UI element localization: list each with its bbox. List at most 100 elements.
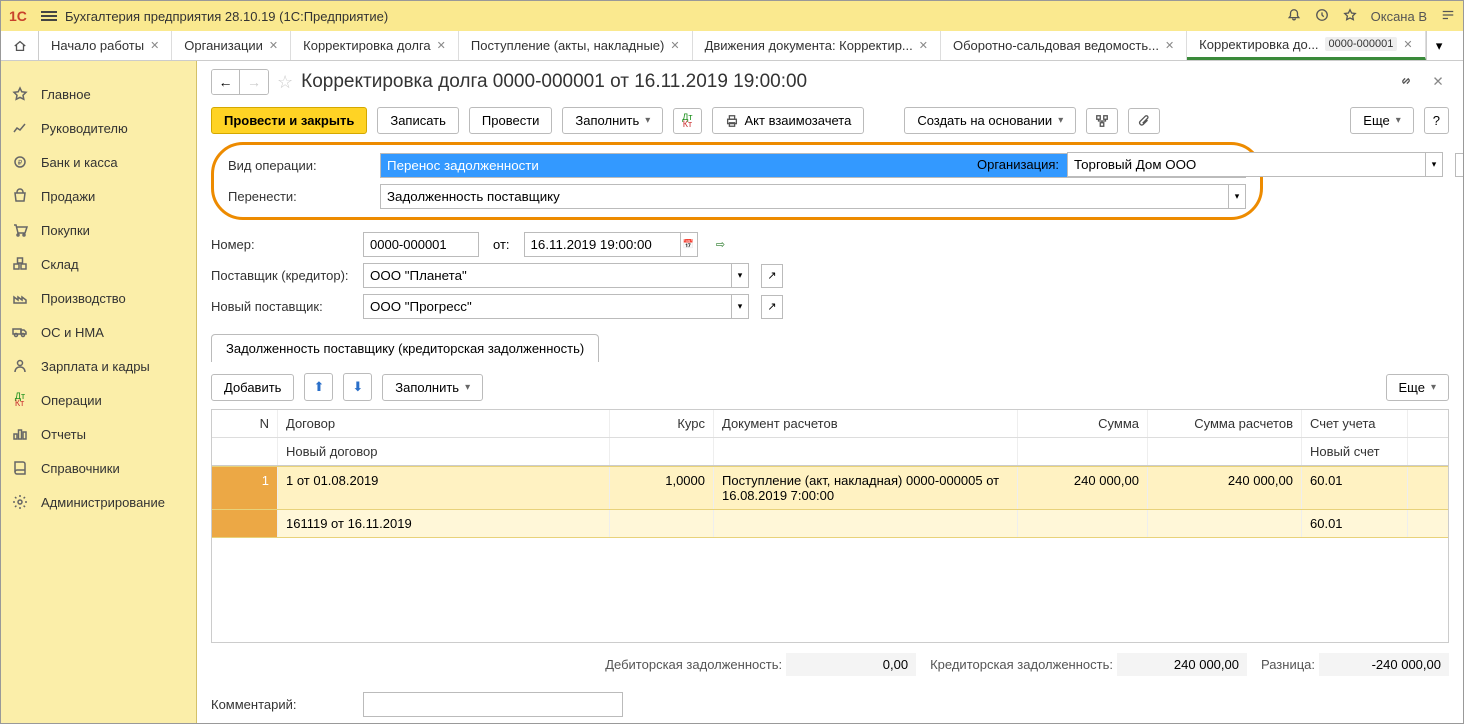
sidebar-item-reports[interactable]: Отчеты xyxy=(1,417,196,451)
tab-balance[interactable]: Оборотно-сальдовая ведомость...✕ xyxy=(941,31,1187,60)
from-label: от: xyxy=(493,237,510,252)
create-based-button[interactable]: Создать на основании▾ xyxy=(904,107,1076,134)
chevron-down-icon[interactable]: ▾ xyxy=(1228,184,1246,209)
tab-start[interactable]: Начало работы✕ xyxy=(39,31,172,60)
fill-button[interactable]: Заполнить▾ xyxy=(562,107,663,134)
fill-rows-button[interactable]: Заполнить▾ xyxy=(382,374,483,401)
col-header-dogovor[interactable]: Договор xyxy=(278,410,610,437)
deb-value: 0,00 xyxy=(786,653,916,676)
col-header-sumr[interactable]: Сумма расчетов xyxy=(1148,410,1302,437)
transfer-label: Перенести: xyxy=(228,189,372,204)
relations-button[interactable] xyxy=(1086,108,1118,134)
new-supplier-label: Новый поставщик: xyxy=(211,299,355,314)
col-header-sum[interactable]: Сумма xyxy=(1018,410,1148,437)
sidebar-item-admin[interactable]: Администрирование xyxy=(1,485,196,519)
person-icon xyxy=(11,357,29,375)
chevron-down-icon[interactable]: ▾ xyxy=(731,263,749,288)
dtkt-icon: ДтКт xyxy=(11,391,29,409)
number-field[interactable] xyxy=(363,232,479,257)
user-label[interactable]: Оксана В xyxy=(1371,9,1427,24)
history-icon[interactable] xyxy=(1315,8,1329,25)
deb-label: Дебиторская задолженность: xyxy=(605,657,782,672)
move-up-button[interactable]: ⬆ xyxy=(304,373,333,401)
close-icon[interactable]: ✕ xyxy=(437,39,446,52)
app-logo-icon: 1С xyxy=(9,7,33,25)
nav-back-button[interactable]: ← xyxy=(212,70,240,94)
number-label: Номер: xyxy=(211,237,355,252)
nav-forward-button[interactable]: → xyxy=(240,70,268,94)
home-button[interactable] xyxy=(1,31,39,60)
post-and-close-button[interactable]: Провести и закрыть xyxy=(211,107,367,134)
tab-doc-movements[interactable]: Движения документа: Корректир...✕ xyxy=(693,31,941,60)
sidebar-item-operations[interactable]: ДтКтОперации xyxy=(1,383,196,417)
sidebar-item-manager[interactable]: Руководителю xyxy=(1,111,196,145)
app-menu-button[interactable] xyxy=(41,9,57,23)
posted-indicator-icon: ⇨ xyxy=(710,233,732,257)
comment-field[interactable] xyxy=(363,692,623,717)
transfer-select[interactable] xyxy=(380,184,1228,209)
save-button[interactable]: Записать xyxy=(377,107,459,134)
col-header-new-account[interactable]: Новый счет xyxy=(1302,438,1408,465)
col-header-new-dogovor[interactable]: Новый договор xyxy=(278,438,610,465)
boxes-icon xyxy=(11,255,29,273)
col-header-doc[interactable]: Документ расчетов xyxy=(714,410,1018,437)
close-icon[interactable]: ✕ xyxy=(1165,39,1174,52)
sidebar-item-catalogs[interactable]: Справочники xyxy=(1,451,196,485)
close-icon[interactable]: ✕ xyxy=(1403,38,1412,51)
col-header-kurs[interactable]: Курс xyxy=(610,410,714,437)
organization-label: Организация: xyxy=(977,157,1059,172)
tab-receipt[interactable]: Поступление (акты, накладные)✕ xyxy=(459,31,693,60)
close-icon[interactable]: ✕ xyxy=(670,39,679,52)
dtkt-button[interactable]: ДтКт xyxy=(673,108,701,134)
sidebar-item-hr[interactable]: Зарплата и кадры xyxy=(1,349,196,383)
date-field[interactable] xyxy=(524,232,680,257)
rows-more-button[interactable]: Еще▾ xyxy=(1386,374,1449,401)
sidebar-item-purchases[interactable]: Покупки xyxy=(1,213,196,247)
calendar-icon[interactable]: 📅 xyxy=(680,232,698,257)
titlebar: 1С Бухгалтерия предприятия 28.10.19 (1С:… xyxy=(1,1,1463,31)
attachments-button[interactable] xyxy=(1128,108,1160,134)
table-row-sub[interactable]: 161119 от 16.11.2019 60.01 xyxy=(212,510,1448,538)
print-act-button[interactable]: Акт взаимозачета xyxy=(712,107,865,134)
chevron-down-icon[interactable]: ▾ xyxy=(1425,152,1443,177)
close-icon[interactable]: ✕ xyxy=(269,39,278,52)
move-down-button[interactable]: ⬇ xyxy=(343,373,372,401)
sidebar-item-production[interactable]: Производство xyxy=(1,281,196,315)
tabs-overflow-button[interactable]: ▾ xyxy=(1426,31,1452,60)
help-button[interactable]: ? xyxy=(1424,107,1449,134)
col-header-account[interactable]: Счет учета xyxy=(1302,410,1408,437)
favorite-toggle[interactable]: ☆ xyxy=(277,72,293,93)
more-button[interactable]: Еще▾ xyxy=(1350,107,1413,134)
tab-organizations[interactable]: Организации✕ xyxy=(172,31,291,60)
tab-debt-supplier[interactable]: Задолженность поставщику (кредиторская з… xyxy=(211,334,599,362)
open-org-button[interactable]: ↗ xyxy=(1455,153,1463,177)
post-button[interactable]: Провести xyxy=(469,107,553,134)
close-icon[interactable]: ✕ xyxy=(919,39,928,52)
open-supplier-button[interactable]: ↗ xyxy=(761,264,783,288)
new-supplier-select[interactable] xyxy=(363,294,731,319)
close-icon[interactable]: ✕ xyxy=(150,39,159,52)
tab-debt-adj[interactable]: Корректировка долга✕ xyxy=(291,31,459,60)
sidebar-item-warehouse[interactable]: Склад xyxy=(1,247,196,281)
organization-select[interactable] xyxy=(1067,152,1425,177)
close-panel-button[interactable]: ✕ xyxy=(1427,72,1449,92)
star-icon[interactable] xyxy=(1343,8,1357,25)
sidebar-item-main[interactable]: Главное xyxy=(1,77,196,111)
sidebar-menu-toggle[interactable] xyxy=(1,61,196,77)
truck-icon xyxy=(11,323,29,341)
cart-icon xyxy=(11,221,29,239)
sidebar-item-sales[interactable]: Продажи xyxy=(1,179,196,213)
open-new-supplier-button[interactable]: ↗ xyxy=(761,295,783,319)
window-menu-icon[interactable] xyxy=(1441,8,1455,25)
debt-grid: N Договор Курс Документ расчетов Сумма С… xyxy=(211,409,1449,643)
bell-icon[interactable] xyxy=(1287,8,1301,25)
supplier-select[interactable] xyxy=(363,263,731,288)
sidebar-item-assets[interactable]: ОС и НМА xyxy=(1,315,196,349)
sidebar-item-bank[interactable]: ₽Банк и касса xyxy=(1,145,196,179)
table-row[interactable]: 1 1 от 01.08.2019 1,0000 Поступление (ак… xyxy=(212,466,1448,510)
chevron-down-icon[interactable]: ▾ xyxy=(731,294,749,319)
add-row-button[interactable]: Добавить xyxy=(211,374,294,401)
tab-current-doc[interactable]: Корректировка до...0000-000001✕ xyxy=(1187,31,1425,60)
link-button[interactable] xyxy=(1395,72,1417,92)
col-header-n[interactable]: N xyxy=(212,410,278,437)
